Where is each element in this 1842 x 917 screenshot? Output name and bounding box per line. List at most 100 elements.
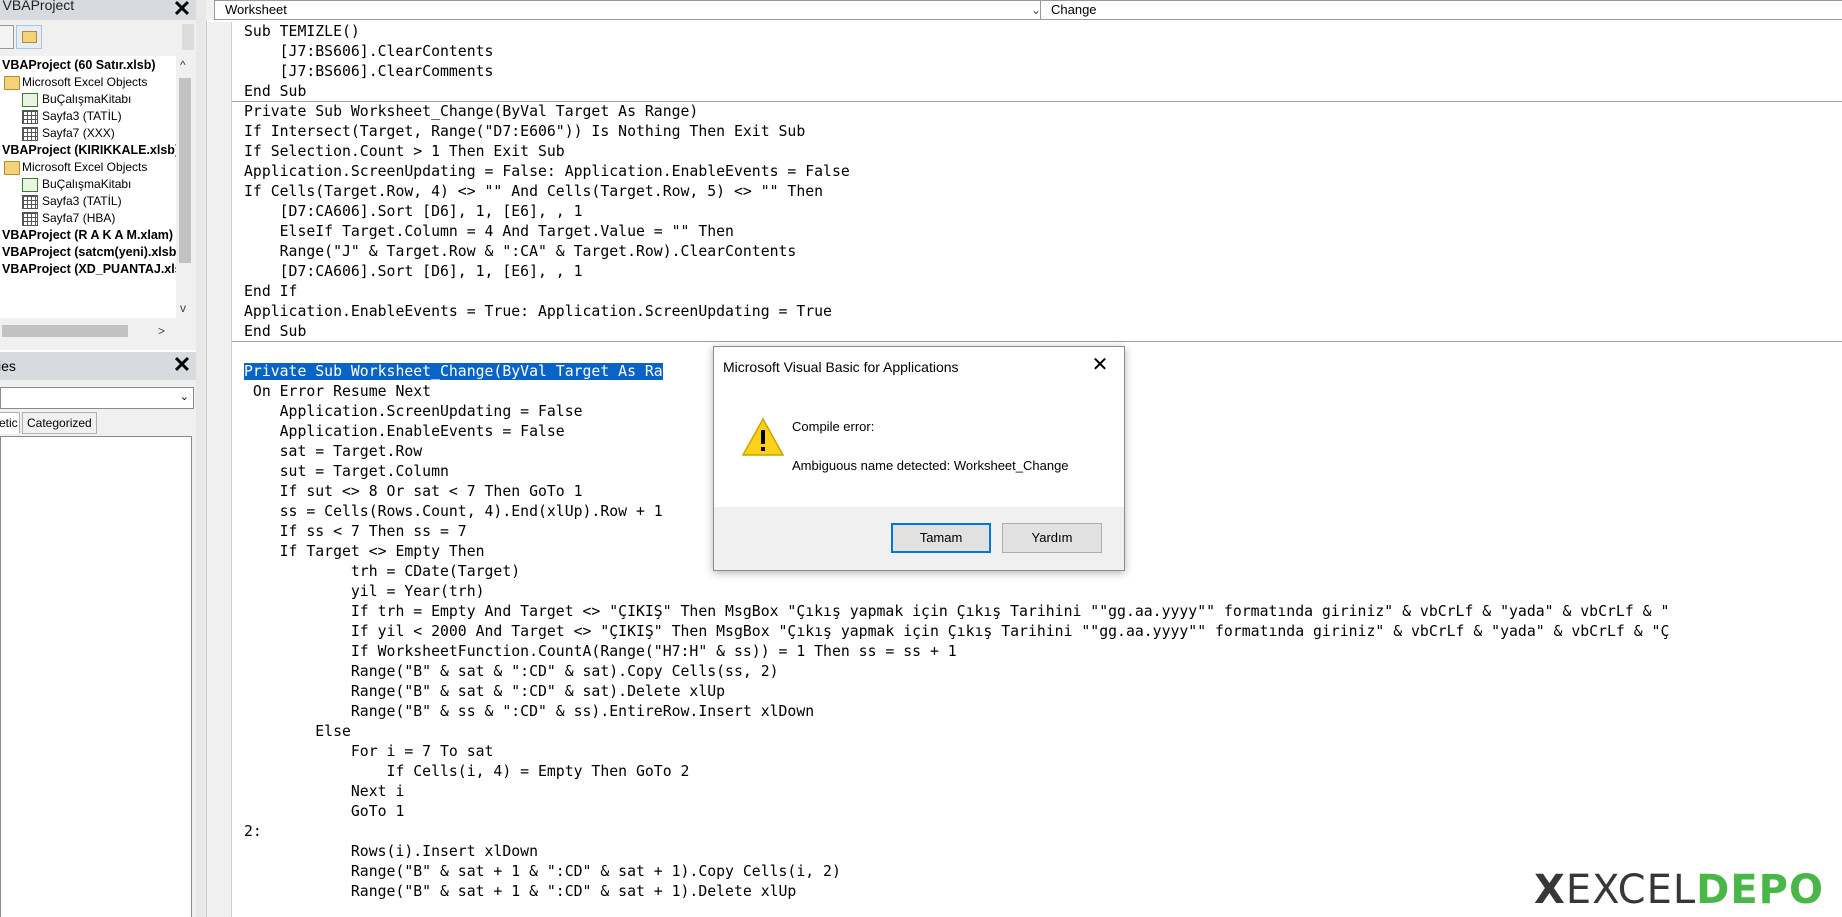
- code-line[interactable]: trh = CDate(Target): [244, 562, 520, 582]
- code-line[interactable]: [J7:BS606].ClearComments: [244, 62, 494, 82]
- code-line-text: Range("J" & Target.Row & ":CA" & Target.…: [244, 243, 797, 260]
- margin-indicator-bar[interactable]: [207, 22, 232, 917]
- code-line[interactable]: If yil < 2000 And Target <> "ÇIKIŞ" Then…: [244, 622, 1669, 642]
- scroll-up-icon[interactable]: ^: [180, 58, 186, 72]
- object-select-value: Worksheet: [225, 2, 287, 17]
- dialog-footer: Tamam Yardım: [714, 507, 1124, 570]
- code-line-text: On Error Resume Next: [244, 383, 432, 400]
- scroll-thumb[interactable]: [2, 325, 128, 337]
- project-explorer-close-icon[interactable]: ✕: [172, 0, 192, 20]
- code-line[interactable]: 2:: [244, 822, 262, 842]
- code-line-text: ss = Cells(Rows.Count, 4).End(xlUp).Row …: [244, 503, 663, 520]
- close-icon[interactable]: ✕: [1088, 353, 1112, 377]
- code-line[interactable]: [D7:CA606].Sort [D6], 1, [E6], , 1: [244, 202, 583, 222]
- properties-close-icon[interactable]: ✕: [172, 354, 192, 376]
- code-line[interactable]: If Selection.Count > 1 Then Exit Sub: [244, 142, 565, 162]
- code-line[interactable]: Range("B" & sat & ":CD" & sat).Delete xl…: [244, 682, 725, 702]
- code-line[interactable]: Range("B" & sat & ":CD" & sat).Copy Cell…: [244, 662, 779, 682]
- code-line[interactable]: yil = Year(trh): [244, 582, 485, 602]
- code-line[interactable]: End If: [244, 282, 297, 302]
- code-line[interactable]: Next i: [244, 782, 404, 802]
- tab-alphabetic[interactable]: etic: [0, 412, 20, 434]
- code-line[interactable]: Application.ScreenUpdating = False: Appl…: [244, 162, 850, 182]
- code-line-text: Rows(i).Insert xlDown: [244, 843, 538, 860]
- code-line-text: If Cells(i, 4) = Empty Then GoTo 2: [244, 763, 690, 780]
- code-line-text: Else: [244, 723, 351, 740]
- code-line[interactable]: If Cells(i, 4) = Empty Then GoTo 2: [244, 762, 690, 782]
- code-line[interactable]: For i = 7 To sat: [244, 742, 494, 762]
- code-line-text: Private Sub Worksheet_Change(ByVal Targe…: [244, 103, 699, 120]
- code-line[interactable]: End Sub: [244, 322, 306, 342]
- code-line[interactable]: sut = Target.Column: [244, 462, 449, 482]
- code-line[interactable]: Application.EnableEvents = False: [244, 422, 565, 442]
- code-line[interactable]: [J7:BS606].ClearContents: [244, 42, 494, 62]
- project-tree: VBAProject (60 Satır.xlsb) Microsoft Exce…: [0, 56, 176, 318]
- code-line[interactable]: Private Sub Worksheet_Change(ByVal Targe…: [244, 362, 663, 382]
- code-line[interactable]: Application.EnableEvents = True: Applica…: [244, 302, 832, 322]
- code-line[interactable]: If Cells(Target.Row, 4) <> "" And Cells(…: [244, 182, 823, 202]
- tree-item-label: BuÇalışmaKitabı: [42, 92, 132, 106]
- folder-icon: [4, 161, 20, 175]
- tree-horizontal-scrollbar[interactable]: >: [0, 322, 176, 340]
- help-button[interactable]: Yardım: [1002, 523, 1102, 553]
- code-line[interactable]: End Sub: [244, 82, 306, 102]
- dialog-message-heading: Compile error:: [792, 419, 875, 434]
- code-line[interactable]: Rows(i).Insert xlDown: [244, 842, 538, 862]
- object-select[interactable]: Worksheet ⌄: [214, 0, 1046, 20]
- code-line-text: For i = 7 To sat: [244, 743, 494, 760]
- watermark-prefix: EXCEL: [1565, 867, 1697, 913]
- code-line[interactable]: GoTo 1: [244, 802, 404, 822]
- code-line[interactable]: [D7:CA606].Sort [D6], 1, [E6], , 1: [244, 262, 583, 282]
- code-line-text: End Sub: [244, 323, 307, 340]
- code-line[interactable]: If WorksheetFunction.CountA(Range("H7:H"…: [244, 642, 957, 662]
- toolbar-scroll[interactable]: [182, 24, 194, 50]
- ok-button[interactable]: Tamam: [891, 523, 991, 553]
- tab-categorized[interactable]: Categorized: [22, 412, 97, 434]
- procedure-select[interactable]: Change: [1040, 0, 1842, 20]
- scroll-thumb[interactable]: [179, 78, 191, 263]
- properties-tabs: etic Categorized: [0, 412, 196, 434]
- properties-pane: ies ✕ ⌄ etic Categorized: [0, 352, 197, 917]
- project-explorer: - VBAProject ✕ VBAProject (60 Satır.xlsb…: [0, 0, 197, 350]
- view-code-button[interactable]: [0, 25, 14, 49]
- tree-item-label: VBAProject (XD_PUANTAJ.xlsm): [2, 262, 176, 276]
- code-line[interactable]: If Target <> Empty Then: [244, 542, 485, 562]
- code-line[interactable]: Application.ScreenUpdating = False: [244, 402, 583, 422]
- code-line[interactable]: Private Sub Worksheet_Change(ByVal Targe…: [244, 102, 698, 122]
- toggle-folders-button[interactable]: [16, 25, 42, 49]
- code-line-text: If Intersect(Target, Range("D7:E606")) I…: [244, 123, 806, 140]
- code-line-text: Range("B" & sat & ":CD" & sat).Copy Cell…: [244, 663, 779, 680]
- tree-vertical-scrollbar[interactable]: ^ v: [176, 56, 194, 318]
- scroll-right-icon[interactable]: >: [158, 324, 165, 338]
- code-line-text: Range("B" & sat + 1 & ":CD" & sat + 1).D…: [244, 883, 797, 900]
- code-line[interactable]: If trh = Empty And Target <> "ÇIKIŞ" The…: [244, 602, 1669, 622]
- code-line[interactable]: If ss < 7 Then ss = 7: [244, 522, 467, 542]
- code-line-text: sut = Target.Column: [244, 463, 449, 480]
- code-line[interactable]: If Intersect(Target, Range("D7:E606")) I…: [244, 122, 805, 142]
- code-line[interactable]: Range("B" & sat + 1 & ":CD" & sat + 1).D…: [244, 882, 796, 902]
- tree-item-label: Sayfa3 (TATİL): [42, 194, 122, 208]
- properties-object-select[interactable]: ⌄: [0, 387, 194, 409]
- code-line-text: [D7:CA606].Sort [D6], 1, [E6], , 1: [244, 203, 583, 220]
- properties-grid[interactable]: [0, 436, 192, 917]
- code-line-text: Sub TEMIZLE(): [244, 23, 360, 40]
- code-line[interactable]: Range("J" & Target.Row & ":CA" & Target.…: [244, 242, 797, 262]
- code-line[interactable]: On Error Resume Next: [244, 382, 431, 402]
- code-line[interactable]: If sut <> 8 Or sat < 7 Then GoTo 1: [244, 482, 583, 502]
- chevron-down-icon: ⌄: [179, 391, 189, 403]
- code-line[interactable]: ss = Cells(Rows.Count, 4).End(xlUp).Row …: [244, 502, 663, 522]
- code-line[interactable]: Sub TEMIZLE(): [244, 22, 360, 42]
- project-explorer-title-text: - VBAProject: [0, 0, 75, 13]
- code-line-text: 2:: [244, 823, 262, 840]
- scroll-down-icon[interactable]: v: [180, 301, 186, 315]
- tree-item-label: Microsoft Excel Objects: [22, 160, 148, 174]
- code-line[interactable]: Else: [244, 722, 351, 742]
- code-line[interactable]: Range("B" & ss & ":CD" & ss).EntireRow.I…: [244, 702, 814, 722]
- code-line[interactable]: sat = Target.Row: [244, 442, 423, 462]
- properties-title-text: ies: [0, 358, 16, 374]
- code-line[interactable]: ElseIf Target.Column = 4 And Target.Valu…: [244, 222, 734, 242]
- code-line-text: Application.ScreenUpdating = False: [244, 403, 583, 420]
- code-line[interactable]: Range("B" & sat + 1 & ":CD" & sat + 1).C…: [244, 862, 841, 882]
- tree-item-label: Microsoft Excel Objects: [22, 75, 148, 89]
- splitter[interactable]: [196, 0, 207, 917]
